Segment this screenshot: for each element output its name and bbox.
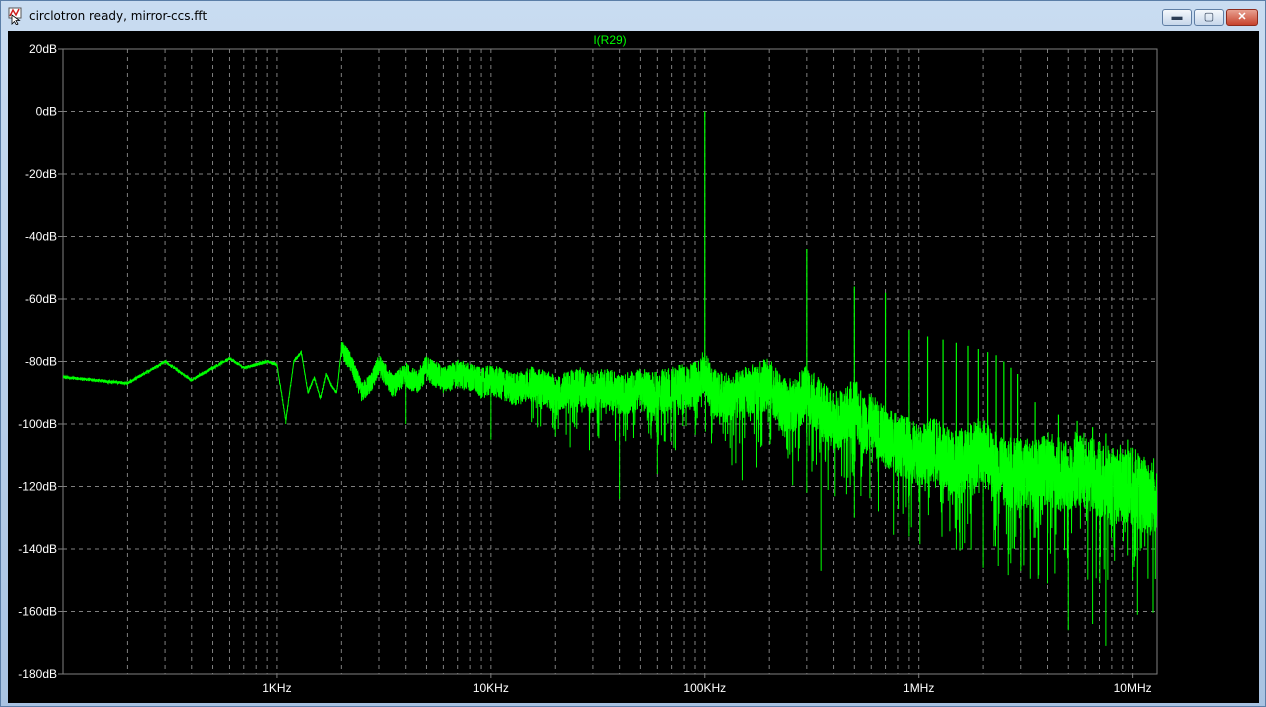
x-tick-label: 100KHz xyxy=(683,681,726,695)
y-tick-label: -140dB xyxy=(18,542,57,556)
y-tick-label: -60dB xyxy=(25,292,57,306)
app-icon xyxy=(8,7,24,26)
waveform-viewer[interactable]: 20dB 0dB -20dB -40dB -60dB -80dB -100dB -120dB -… xyxy=(8,31,1259,703)
maximize-button[interactable]: ▢ xyxy=(1194,9,1224,26)
y-tick-label: -120dB xyxy=(18,480,57,494)
y-tick-label: -180dB xyxy=(18,667,57,681)
minimize-button[interactable]: ▬ xyxy=(1162,9,1192,26)
trace-group xyxy=(63,111,1157,646)
grid-lines xyxy=(63,49,1157,674)
y-tick-label: -100dB xyxy=(18,417,57,431)
x-tick-label: 10MHz xyxy=(1114,681,1152,695)
y-tick-label: -160dB xyxy=(18,605,57,619)
window-title: circlotron ready, mirror-ccs.fft xyxy=(29,9,208,23)
title-bar[interactable]: circlotron ready, mirror-ccs.fft ▬ ▢ ✕ xyxy=(1,1,1265,31)
y-tick-label: -80dB xyxy=(25,355,57,369)
y-tick-label: -20dB xyxy=(25,167,57,181)
app-window: circlotron ready, mirror-ccs.fft ▬ ▢ ✕ 2… xyxy=(0,0,1266,707)
y-tick-label: 0dB xyxy=(36,105,57,119)
y-tick-label: 20dB xyxy=(29,42,57,56)
chart-title: I(R29) xyxy=(593,33,626,47)
x-tick-label: 1KHz xyxy=(262,681,291,695)
fft-plot[interactable]: 20dB 0dB -20dB -40dB -60dB -80dB -100dB -120dB -… xyxy=(8,31,1259,703)
x-tick-label: 10KHz xyxy=(473,681,509,695)
close-button[interactable]: ✕ xyxy=(1226,9,1258,26)
y-tick-label: -40dB xyxy=(25,230,57,244)
x-tick-label: 1MHz xyxy=(903,681,934,695)
trace-i-r29 xyxy=(63,341,1157,615)
